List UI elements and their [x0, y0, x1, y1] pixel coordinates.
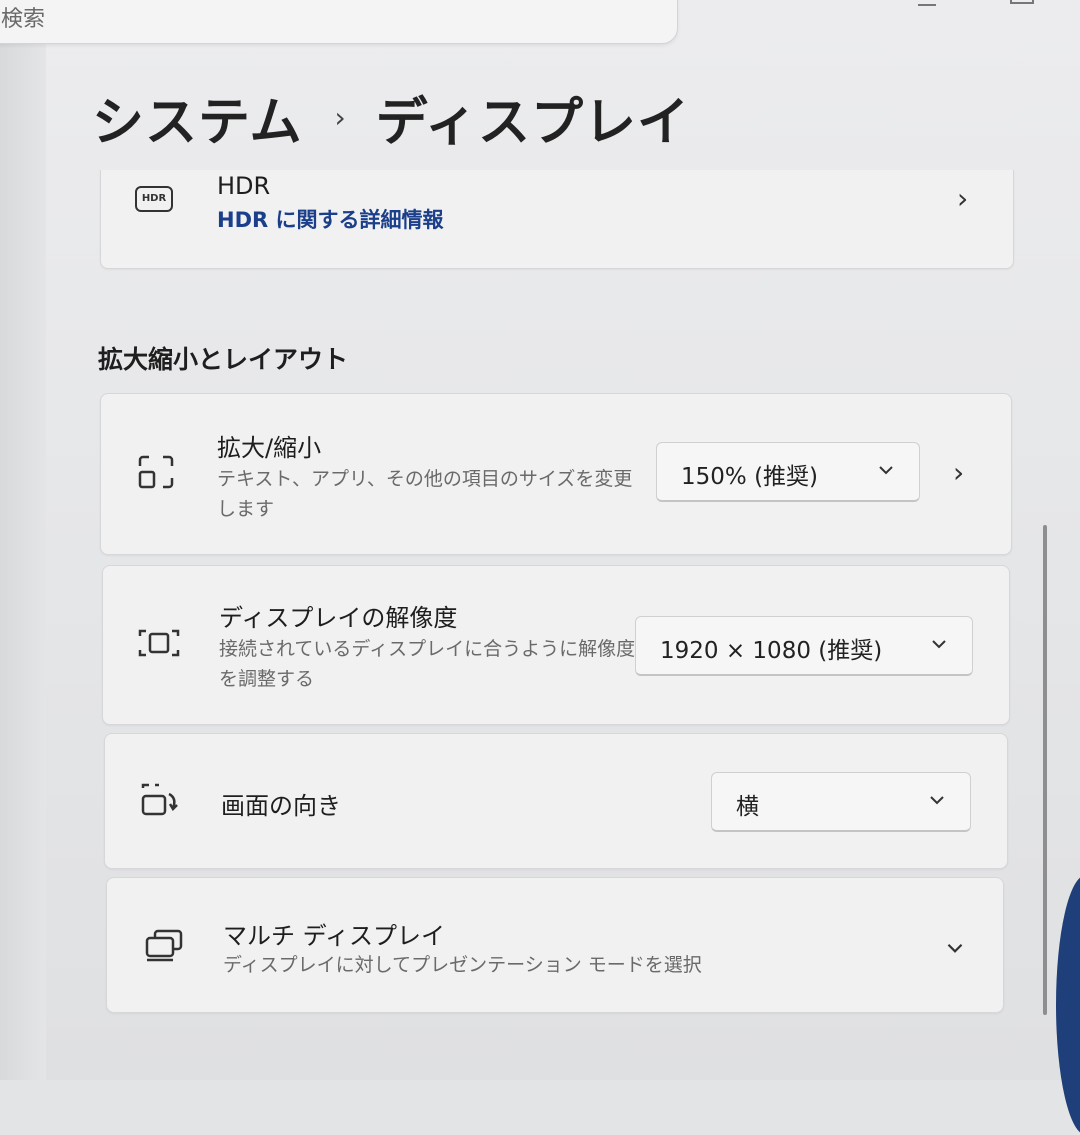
scrollbar[interactable] [1043, 525, 1047, 1015]
orientation-icon [141, 783, 178, 816]
hdr-info-link[interactable]: HDR に関する詳細情報 [217, 204, 444, 234]
hdr-title: HDR [217, 172, 271, 200]
multi-display-description: ディスプレイに対してプレゼンテーション モードを選択 [223, 954, 702, 976]
orientation-title: 画面の向き [221, 792, 341, 820]
chevron-down-icon [879, 466, 893, 475]
orientation-value: 横 [736, 794, 759, 820]
multi-display-card[interactable]: マルチ ディスプレイ ディスプレイに対してプレゼンテーション モードを選択 [106, 877, 1004, 1013]
orientation-card[interactable]: 画面の向き 横 [104, 733, 1008, 869]
hdr-icon: HDR [135, 186, 173, 212]
resolution-description: 接続されているディスプレイに合うように解像度を調整する [219, 638, 636, 690]
chevron-right-icon[interactable]: › [953, 456, 964, 489]
chevron-down-icon [930, 796, 944, 805]
breadcrumb-system[interactable]: システム [92, 80, 302, 155]
settings-window: 検索 システム › ディスプレイ HDR HDR HDR に関する詳細情報 › … [0, 0, 1080, 1135]
scale-card[interactable]: 拡大/縮小 テキスト、アプリ、その他の項目のサイズを変更します 150% (推奨… [100, 393, 1012, 555]
hdr-card[interactable]: HDR HDR HDR に関する詳細情報 › [100, 170, 1014, 269]
chevron-down-icon[interactable] [943, 936, 967, 960]
resolution-card[interactable]: ディスプレイの解像度 接続されているディスプレイに合うように解像度を調整する 1… [102, 565, 1010, 725]
page-title: ディスプレイ [375, 93, 691, 153]
minimize-button[interactable] [918, 0, 936, 6]
resolution-dropdown[interactable]: 1920 × 1080 (推奨) [635, 616, 973, 676]
section-title: 拡大縮小とレイアウト [98, 345, 349, 374]
search-box[interactable]: 検索 [0, 0, 678, 44]
multi-display-title: マルチ ディスプレイ [223, 922, 445, 950]
resolution-icon [138, 629, 180, 657]
breadcrumb: システム › ディスプレイ [92, 80, 690, 155]
scale-icon [138, 455, 174, 489]
scale-dropdown[interactable]: 150% (推奨) [656, 442, 920, 502]
multi-display-icon [145, 929, 183, 962]
orientation-dropdown[interactable]: 横 [711, 772, 971, 832]
scale-value: 150% (推奨) [681, 464, 819, 490]
navigation-pane [0, 0, 46, 1080]
scale-title: 拡大/縮小 [217, 434, 322, 462]
desktop-edge [1056, 875, 1080, 1135]
maximize-button[interactable] [1010, 0, 1034, 4]
resolution-value: 1920 × 1080 (推奨) [660, 638, 883, 664]
search-placeholder: 検索 [1, 7, 46, 32]
scale-description: テキスト、アプリ、その他の項目のサイズを変更します [217, 468, 633, 520]
chevron-right-icon[interactable]: › [957, 182, 968, 215]
chevron-down-icon [932, 640, 946, 649]
resolution-title: ディスプレイの解像度 [219, 604, 458, 632]
breadcrumb-separator-icon: › [334, 101, 346, 134]
